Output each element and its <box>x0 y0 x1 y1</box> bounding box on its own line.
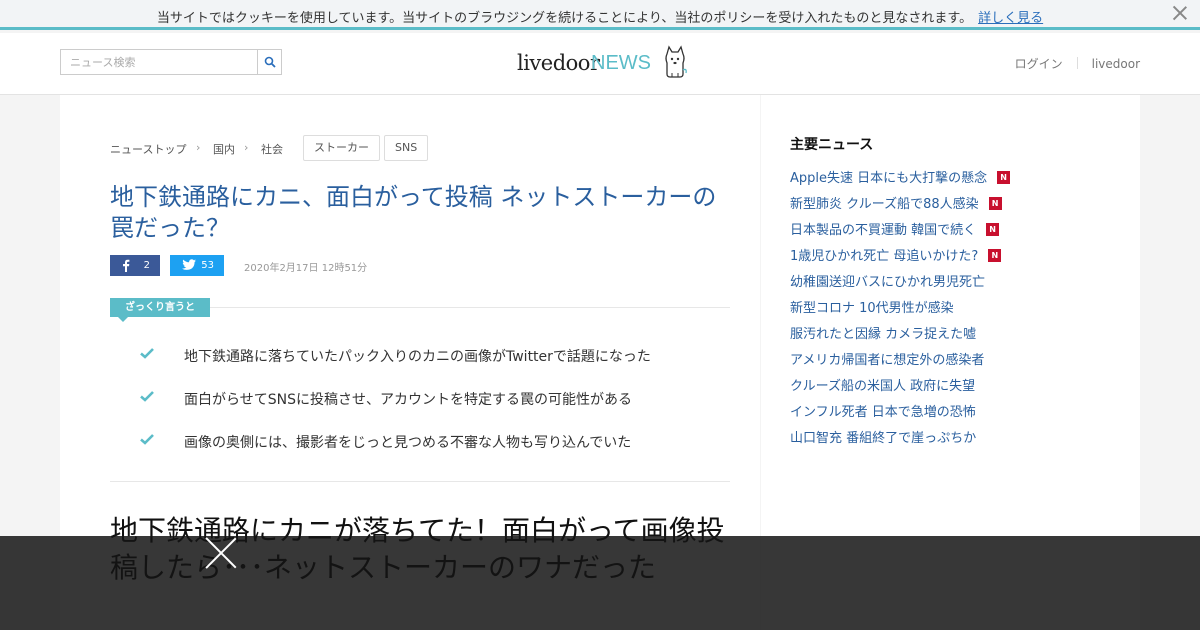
news-item-label[interactable]: 日本製品の不買運動 韓国で続く <box>790 223 976 238</box>
check-icon <box>140 348 154 359</box>
news-item[interactable]: 1歳児ひかれ死亡 母追いかけた? N <box>790 245 1010 271</box>
chevron-right-icon: › <box>196 141 201 154</box>
twitter-share-count: 53 <box>201 260 214 271</box>
news-item[interactable]: 山口智充 番組終了で崖っぷちか <box>790 427 1010 453</box>
site-header: livedoor NEWS ログイン livedoor <box>0 33 1200 95</box>
news-item[interactable]: Apple失速 日本にも大打撃の懸念 N <box>790 167 1011 193</box>
news-item[interactable]: インフル死者 日本で急増の恐怖 <box>790 401 1010 427</box>
news-item-label[interactable]: アメリカ帰国者に想定外の感染者 <box>790 353 984 368</box>
news-item[interactable]: 服汚れたと因縁 カメラ捉えた嘘 <box>790 323 1010 349</box>
login-link[interactable]: ログイン <box>1015 55 1063 72</box>
new-badge: N <box>988 197 1002 210</box>
summary-point-text: 地下鉄通路に落ちていたパック入りのカニの画像がTwitterで話題になった <box>184 349 651 365</box>
search-input[interactable] <box>61 50 257 74</box>
breadcrumb-item-top[interactable]: ニューストップ <box>110 141 186 157</box>
top-news-list: Apple失速 日本にも大打撃の懸念 N 新型肺炎 クルーズ船で88人感染 N 日本… <box>790 167 1011 453</box>
news-item[interactable]: 日本製品の不買運動 韓国で続く N <box>790 219 1010 245</box>
cookie-details-link[interactable]: 詳しく見る <box>978 11 1043 26</box>
summary-point: 面白がらせてSNSに投稿させ、アカウントを特定する罠の可能性がある <box>140 389 740 409</box>
summary-point: 地下鉄通路に落ちていたパック入りのカニの画像がTwitterで話題になった <box>140 346 740 366</box>
publish-date: 2020年2月17日 12時51分 <box>244 263 368 274</box>
news-item-label[interactable]: インフル死者 日本で急増の恐怖 <box>790 405 976 420</box>
new-badge: N <box>997 171 1011 184</box>
logo-news: NEWS <box>591 52 651 74</box>
header-nav: ログイン livedoor <box>1015 55 1140 72</box>
search-box <box>60 49 282 75</box>
section-divider <box>110 481 730 482</box>
breadcrumb-item-domestic[interactable]: 国内 <box>213 141 235 157</box>
cookie-text: 当サイトではクッキーを使用しています。当サイトのブラウジングを続けることにより、… <box>156 11 973 26</box>
facebook-icon <box>123 259 130 272</box>
news-item[interactable]: 新型コロナ 10代男性が感染 <box>790 297 1010 323</box>
twitter-share-button[interactable]: 53 <box>170 255 224 276</box>
livedoor-link[interactable]: livedoor <box>1092 57 1140 71</box>
new-badge: N <box>986 223 1000 236</box>
facebook-share-count: 2 <box>143 260 150 271</box>
summary-point-text: 画像の奥側には、撮影者をじっと見つめる不審な人物も写り込んでいた <box>184 435 632 451</box>
news-item-label[interactable]: 幼稚園送迎バスにひかれ男児死亡 <box>790 275 985 290</box>
chevron-right-icon: › <box>244 141 249 154</box>
news-item-label[interactable]: 1歳児ひかれ死亡 母追いかけた? <box>790 249 978 264</box>
news-item-label[interactable]: 新型肺炎 クルーズ船で88人感染 <box>790 197 979 212</box>
summary-point-text: 面白がらせてSNSに投稿させ、アカウントを特定する罠の可能性がある <box>184 392 632 408</box>
cookie-banner: 当サイトではクッキーを使用しています。当サイトのブラウジングを続けることにより、… <box>0 0 1200 30</box>
sidebar-title: 主要ニュース <box>790 137 874 153</box>
close-icon[interactable] <box>1172 5 1188 21</box>
article-title: 地下鉄通路にカニ、面白がって投稿 ネットストーカーの罠だった？ <box>110 183 717 242</box>
check-icon <box>140 391 154 402</box>
close-icon[interactable] <box>205 537 237 569</box>
news-item-label[interactable]: 新型コロナ 10代男性が感染 <box>790 301 954 316</box>
news-item[interactable]: アメリカ帰国者に想定外の感染者 <box>790 349 1010 375</box>
news-item-label[interactable]: クルーズ船の米国人 政府に失望 <box>790 379 975 394</box>
search-button[interactable] <box>257 50 281 74</box>
news-item[interactable]: クルーズ船の米国人 政府に失望 <box>790 375 1010 401</box>
summary-point: 画像の奥側には、撮影者をじっと見つめる不審な人物も写り込んでいた <box>140 432 740 452</box>
new-badge: N <box>988 249 1002 262</box>
tag-stalker[interactable]: ストーカー <box>303 135 380 161</box>
search-icon <box>264 56 276 68</box>
bottom-overlay <box>0 536 1200 630</box>
breadcrumb-item-society[interactable]: 社会 <box>261 141 283 157</box>
nav-divider <box>1076 57 1078 69</box>
twitter-icon <box>182 259 196 270</box>
news-item[interactable]: 新型肺炎 クルーズ船で88人感染 N <box>790 193 1010 219</box>
facebook-share-button[interactable]: 2 <box>110 255 160 276</box>
summary-label-pointer <box>118 317 128 322</box>
cookie-message: 当サイトではクッキーを使用しています。当サイトのブラウジングを続けることにより、… <box>0 7 1200 26</box>
summary-label: ざっくり言うと <box>110 298 210 317</box>
logo-livedoor: livedoor <box>517 51 600 75</box>
tag-sns[interactable]: SNS <box>384 135 429 161</box>
news-item-label[interactable]: 山口智充 番組終了で崖っぷちか <box>790 431 976 446</box>
news-item[interactable]: 幼稚園送迎バスにひかれ男児死亡 <box>790 271 1010 297</box>
news-item-label[interactable]: Apple失速 日本にも大打撃の懸念 <box>790 171 987 186</box>
news-item-label[interactable]: 服汚れたと因縁 カメラ捉えた嘘 <box>790 327 976 342</box>
dog-mascot-icon <box>665 45 687 78</box>
check-icon <box>140 434 154 445</box>
